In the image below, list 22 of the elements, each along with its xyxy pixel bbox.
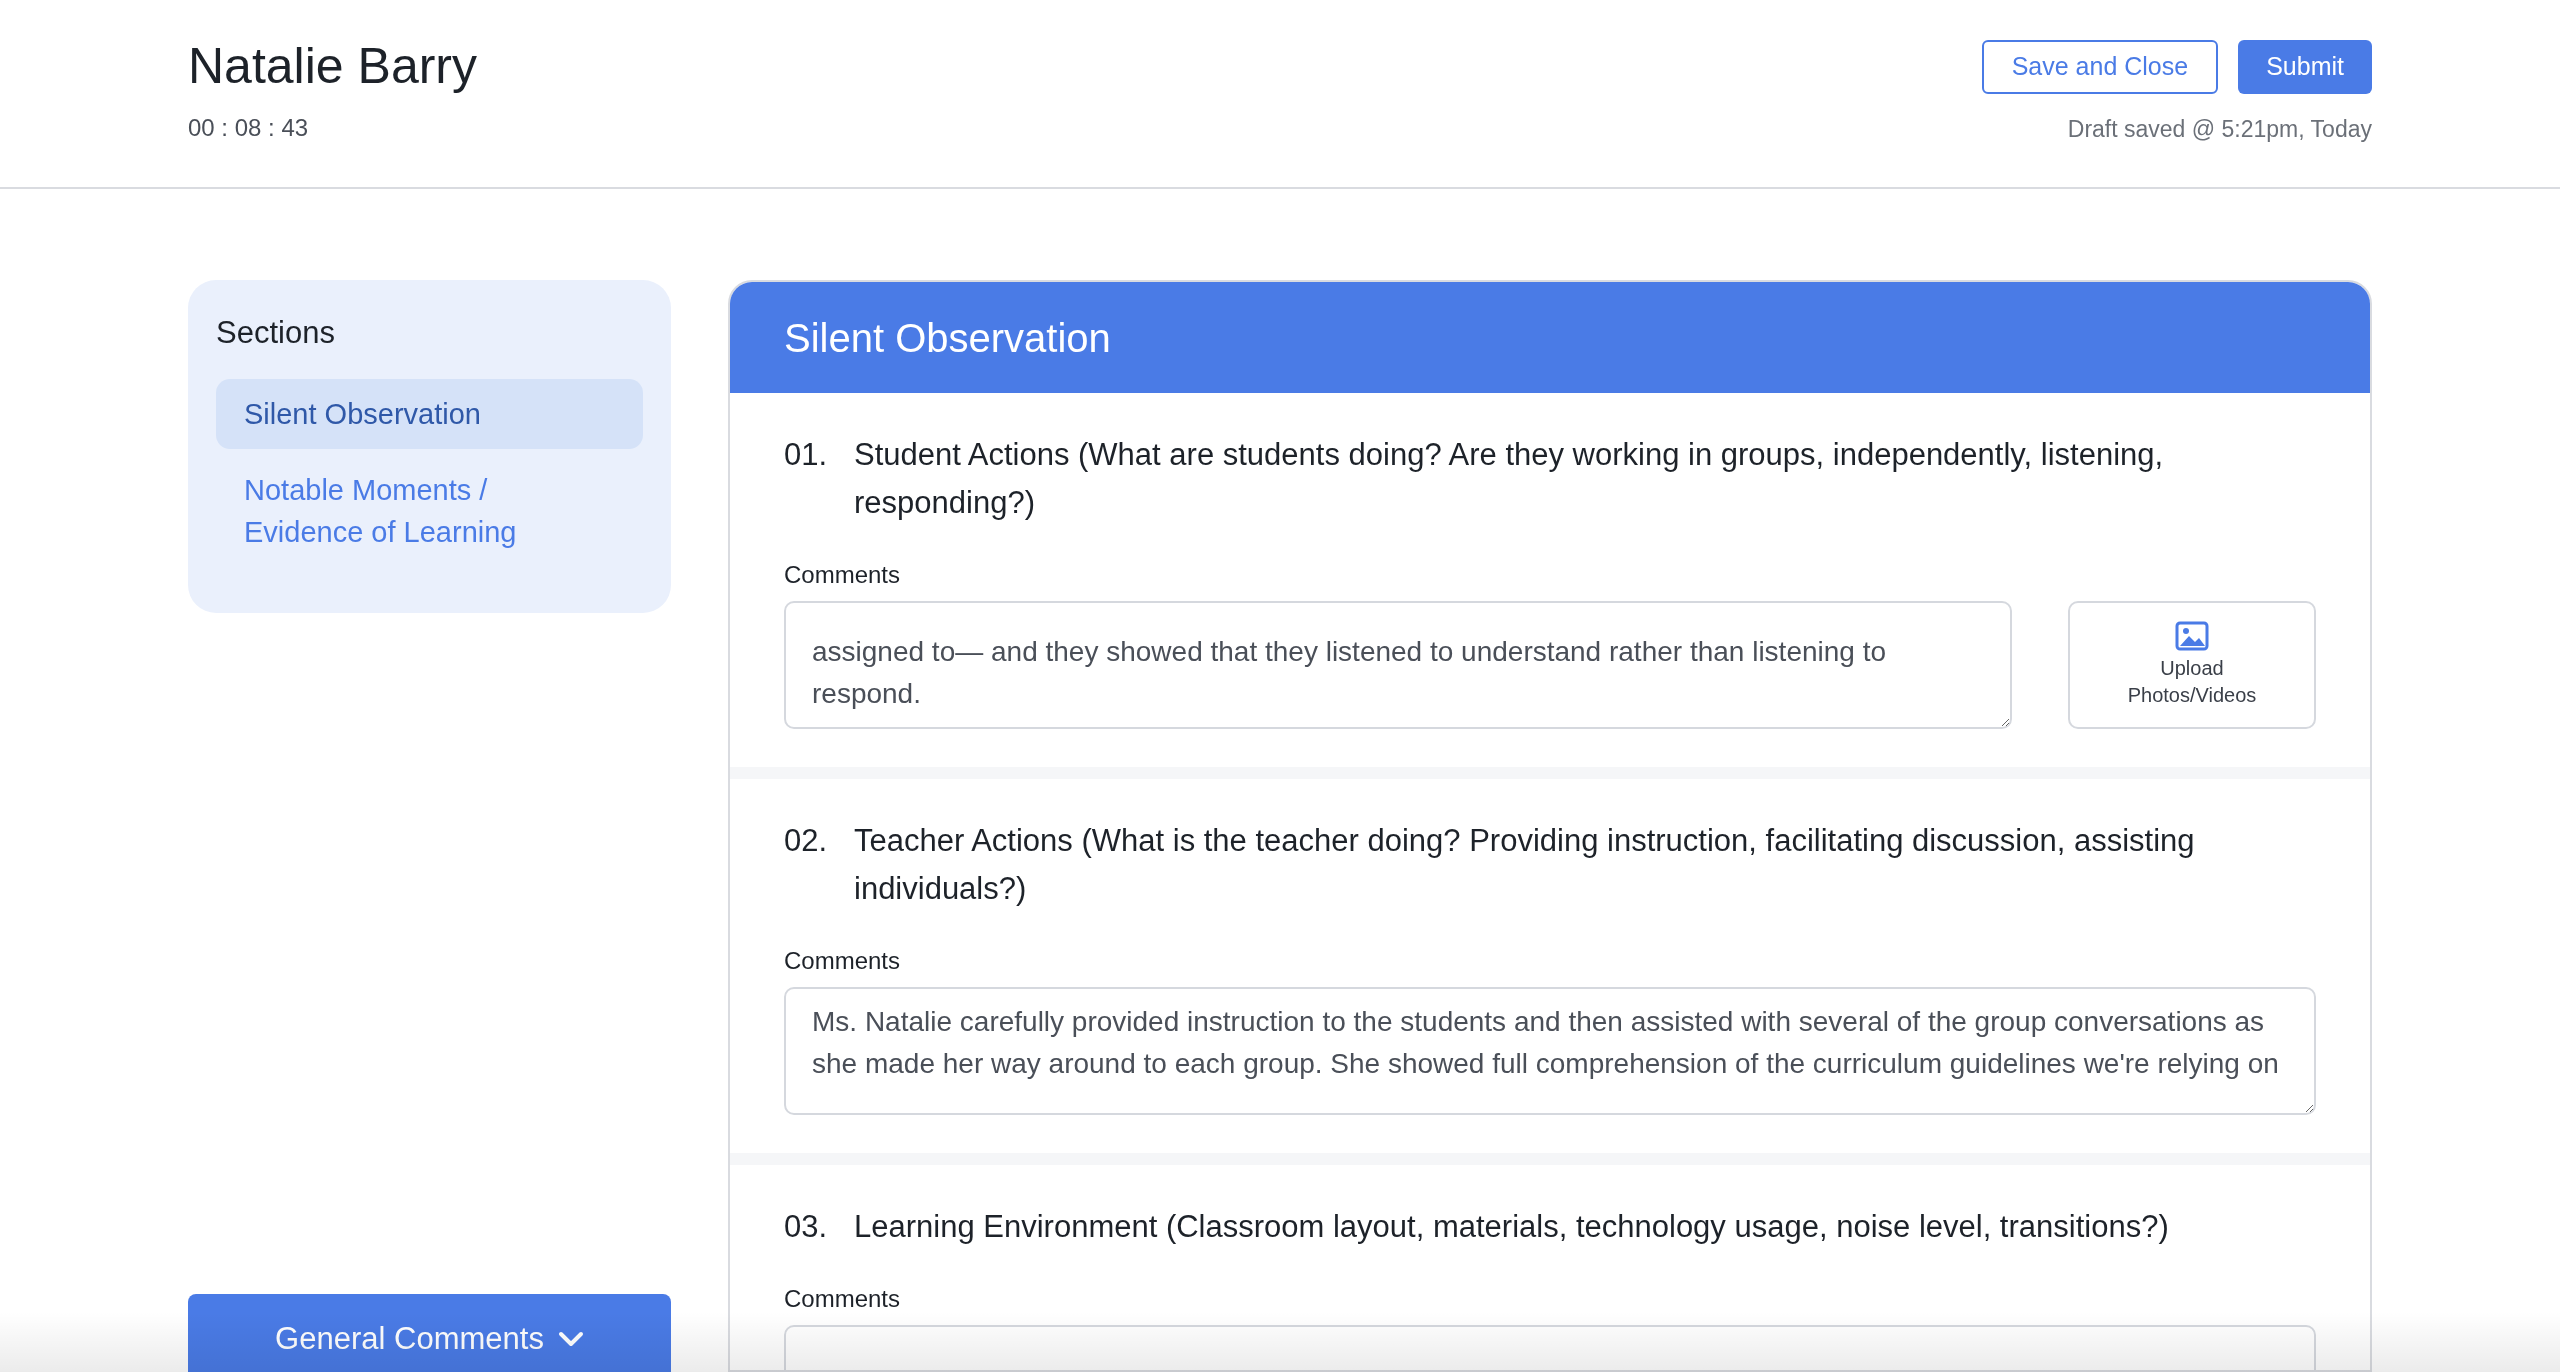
section-title: Silent Observation [784,314,1111,362]
question-text: Student Actions (What are students doing? Are they working in groups, independently, listening, responding?) [854,436,2165,522]
draft-status: Draft saved @ 5:21pm, Today [2067,115,2372,144]
comments-label: Comments [784,1284,902,1314]
submit-button[interactable]: Submit [2238,40,2372,94]
question-text: Teacher Actions (What is the teacher doing? Providing instruction, facilitating discussion, assisting individuals?) [854,822,2196,908]
comments-label: Comments [784,560,902,590]
sections-heading: Sections [216,314,336,352]
general-comments-button[interactable]: General Comments [188,1294,671,1372]
observer-name: Natalie Barry [188,37,477,96]
section-item[interactable]: Silent Observation [216,378,643,449]
question-text: Learning Environment (Classroom layout, materials, technology usage, noise level, transitions?) [854,1208,2169,1246]
timer: 00 : 08 : 43 [188,113,310,143]
question-number: 03. [784,1208,829,1246]
save-button[interactable]: Save and Close [1981,40,2219,94]
question-number: 01. [784,436,829,474]
comment-field[interactable]: assigned to— and they showed that they listened to understand rather than listening to respond. [784,601,2012,729]
comment-field[interactable]: Ms. Natalie carefully provided instruction to the students and then assisted with several of the group conversations as she made her way around to each group. She showed full comprehension of the curriculum guidelines we're relying on [784,987,2316,1115]
upload-button[interactable]: Upload Photos/Videos [2068,601,2316,729]
comments-label: Comments [784,946,902,976]
question-number: 02. [784,822,829,860]
section-item[interactable]: Notable Moments / Evidence of Learning [216,454,643,567]
